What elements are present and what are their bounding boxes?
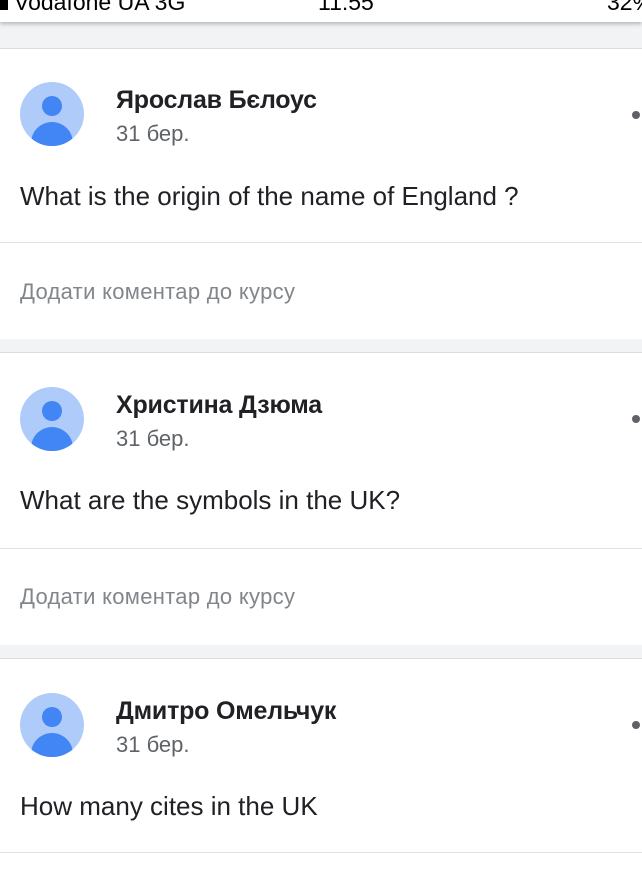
post-author[interactable]: Христина Дзюма	[116, 391, 322, 420]
post-card: Дмитро Омельчук 31 бер. How many cites i…	[0, 658, 642, 874]
post-card: Христина Дзюма 31 бер. What are the symb…	[0, 352, 642, 645]
post-author[interactable]: Дмитро Омельчук	[116, 697, 336, 726]
more-options-icon[interactable]	[632, 415, 640, 423]
post-body: What is the origin of the name of Englan…	[20, 181, 519, 211]
post-divider	[0, 548, 642, 549]
add-class-comment-link[interactable]: Додати коментар до курсу	[20, 584, 295, 610]
post-author[interactable]: Ярослав Бєлоус	[116, 86, 317, 115]
post-card: Ярослав Бєлоус 31 бер. What is the origi…	[0, 48, 642, 339]
add-class-comment-link[interactable]: Додати коментар до курсу	[20, 279, 295, 305]
stream-feed[interactable]: Ярослав Бєлоус 31 бер. What is the origi…	[0, 22, 642, 874]
post-date: 31 бер.	[116, 732, 190, 757]
more-options-icon[interactable]	[632, 111, 640, 119]
carrier-label: Vodafone UA 3G	[14, 0, 186, 15]
post-divider	[0, 242, 642, 243]
battery-level: 32%	[607, 0, 642, 15]
post-body: How many cites in the UK	[20, 791, 318, 821]
more-options-icon[interactable]	[632, 721, 640, 729]
user-avatar-icon[interactable]	[20, 387, 84, 451]
status-bar: Vodafone UA 3G 11:55 32%	[0, 0, 642, 22]
signal-icon	[0, 0, 8, 10]
user-avatar-icon[interactable]	[20, 82, 84, 146]
post-divider	[0, 852, 642, 853]
clock: 11:55	[318, 0, 374, 15]
post-date: 31 бер.	[116, 426, 190, 451]
post-body: What are the symbols in the UK?	[20, 485, 401, 515]
user-avatar-icon[interactable]	[20, 693, 84, 757]
post-date: 31 бер.	[116, 121, 190, 146]
